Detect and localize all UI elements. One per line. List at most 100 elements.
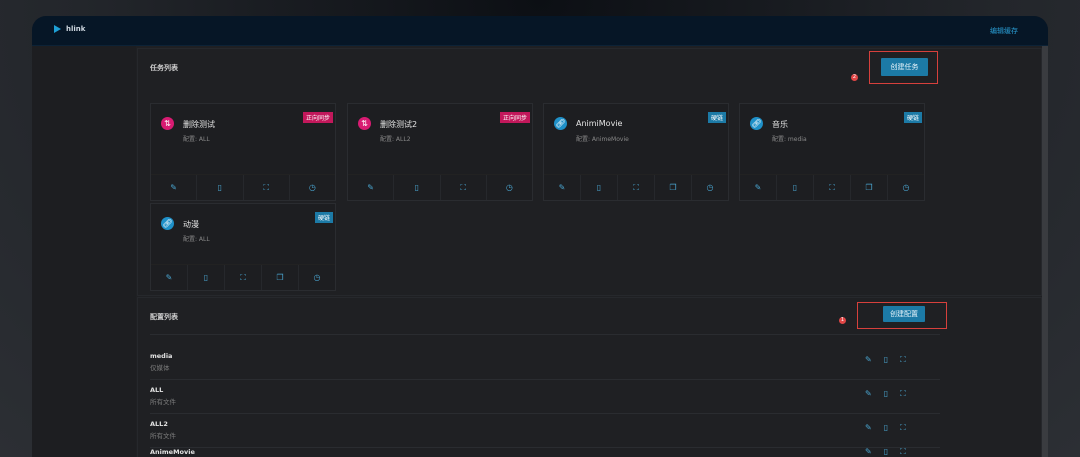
task-config: 配置: AnimeMovie <box>576 136 629 143</box>
task-name: 删除测试 <box>183 120 215 129</box>
task-type-tag: 正向同步 <box>499 112 530 123</box>
config-row: AnimeMovie ✎ ▯ ⛶ <box>150 448 940 457</box>
schedule-button[interactable]: ◷ <box>290 175 335 200</box>
expand-icon[interactable]: ⛶ <box>900 356 906 364</box>
logo[interactable]: hlink <box>54 25 85 33</box>
sync-icon: ⇅ <box>358 117 371 130</box>
create-task-button[interactable]: 创建任务 <box>881 58 928 76</box>
delete-icon: ▯ <box>792 183 798 192</box>
edit-icon[interactable]: ✎ <box>865 448 872 456</box>
expand-button[interactable]: ⛶ <box>618 175 655 200</box>
sync-icon: ⇅ <box>161 117 174 130</box>
config-name: AnimeMovie <box>150 448 195 456</box>
section-title: 任务列表 <box>150 64 178 72</box>
config-name: media <box>150 352 173 360</box>
delete-button[interactable]: ▯ <box>188 265 225 290</box>
clock-icon: ◷ <box>313 273 321 282</box>
copy-button[interactable]: ❐ <box>262 265 299 290</box>
delete-icon: ▯ <box>414 183 420 192</box>
expand-icon[interactable]: ⛶ <box>900 448 906 456</box>
delete-icon[interactable]: ▯ <box>884 390 888 398</box>
task-type-tag: 正向同步 <box>302 112 333 123</box>
task-name: 删除测试2 <box>380 120 418 129</box>
expand-button[interactable]: ⛶ <box>244 175 290 200</box>
task-card[interactable]: 🔗︎ 音乐 配置: media 硬链 ✎ ▯ ⛶ ❐ ◷ <box>739 103 925 201</box>
copy-icon: ❐ <box>865 183 873 192</box>
delete-icon[interactable]: ▯ <box>884 424 888 432</box>
schedule-button[interactable]: ◷ <box>692 175 728 200</box>
edit-icon[interactable]: ✎ <box>865 356 872 364</box>
task-type-tag: 硬链 <box>903 112 922 123</box>
expand-icon[interactable]: ⛶ <box>900 424 906 432</box>
task-card[interactable]: 🔗︎ 动漫 配置: ALL 硬链 ✎ ▯ ⛶ ❐ ◷ <box>150 203 336 291</box>
clock-icon: ◷ <box>505 183 513 192</box>
expand-icon: ⛶ <box>263 183 269 192</box>
edit-icon: ✎ <box>170 183 177 192</box>
card-actions: ✎ ▯ ⛶ ❐ ◷ <box>544 174 728 200</box>
expand-icon[interactable]: ⛶ <box>900 390 906 398</box>
expand-button[interactable]: ⛶ <box>814 175 851 200</box>
clock-icon: ◷ <box>902 183 910 192</box>
config-row: media 仅媒体 ✎ ▯ ⛶ <box>150 346 940 380</box>
edit-button[interactable]: ✎ <box>544 175 581 200</box>
edit-cache-link[interactable]: 编辑缓存 <box>990 26 1018 36</box>
expand-icon: ⛶ <box>240 273 246 282</box>
edit-icon: ✎ <box>558 183 566 192</box>
delete-button[interactable]: ▯ <box>394 175 441 200</box>
task-config: 配置: ALL <box>183 136 210 143</box>
card-actions: ✎ ▯ ⛶ ◷ <box>348 174 532 200</box>
edit-icon: ✎ <box>367 183 374 192</box>
app-name: hlink <box>66 25 86 33</box>
task-config: 配置: ALL2 <box>380 136 411 143</box>
delete-icon[interactable]: ▯ <box>884 448 888 456</box>
edit-button[interactable]: ✎ <box>151 175 198 200</box>
task-name: AnimiMovie <box>576 119 623 128</box>
edit-icon[interactable]: ✎ <box>865 424 872 432</box>
delete-icon: ▯ <box>596 183 602 192</box>
app-window: hlink 编辑缓存 任务列表 创建任务 2 ⇅ 删除测试 配置: ALL 正向… <box>32 16 1048 457</box>
copy-button[interactable]: ❐ <box>655 175 692 200</box>
sidebar <box>32 46 136 457</box>
create-config-button[interactable]: 创建配置 <box>883 306 925 322</box>
config-name: ALL2 <box>150 420 168 428</box>
clock-icon: ◷ <box>308 183 316 192</box>
task-section: 任务列表 创建任务 2 ⇅ 删除测试 配置: ALL 正向同步 ✎ ▯ ⛶ ◷ ⇅ 删… <box>137 48 1042 296</box>
delete-button[interactable]: ▯ <box>777 175 814 200</box>
scrollbar[interactable] <box>1042 46 1048 457</box>
task-type-tag: 硬链 <box>707 112 726 123</box>
task-type-tag: 硬链 <box>314 212 333 223</box>
schedule-button[interactable]: ◷ <box>487 175 532 200</box>
config-desc: 所有文件 <box>150 398 176 406</box>
expand-button[interactable]: ⛶ <box>441 175 487 200</box>
expand-icon: ⛶ <box>829 183 835 192</box>
delete-icon[interactable]: ▯ <box>884 356 888 364</box>
schedule-button[interactable]: ◷ <box>888 175 924 200</box>
link-icon: 🔗︎ <box>161 217 174 230</box>
expand-icon: ⛶ <box>460 183 466 192</box>
edit-icon: ✎ <box>165 273 173 282</box>
task-card[interactable]: ⇅ 删除测试2 配置: ALL2 正向同步 ✎ ▯ ⛶ ◷ <box>347 103 533 201</box>
schedule-button[interactable]: ◷ <box>299 265 335 290</box>
delete-button[interactable]: ▯ <box>581 175 618 200</box>
config-row: ALL 所有文件 ✎ ▯ ⛶ <box>150 380 940 414</box>
task-card[interactable]: ⇅ 删除测试 配置: ALL 正向同步 ✎ ▯ ⛶ ◷ <box>150 103 336 201</box>
edit-icon[interactable]: ✎ <box>865 390 872 398</box>
task-card[interactable]: 🔗︎ AnimiMovie 配置: AnimeMovie 硬链 ✎ ▯ ⛶ ❐ ◷ <box>543 103 729 201</box>
edit-button[interactable]: ✎ <box>151 265 188 290</box>
edit-button[interactable]: ✎ <box>740 175 777 200</box>
expand-button[interactable]: ⛶ <box>225 265 262 290</box>
section-title: 配置列表 <box>150 313 178 321</box>
step-badge: 2 <box>851 74 858 81</box>
task-name: 音乐 <box>772 120 788 129</box>
edit-button[interactable]: ✎ <box>348 175 395 200</box>
link-icon: 🔗︎ <box>750 117 763 130</box>
clock-icon: ◷ <box>706 183 714 192</box>
copy-button[interactable]: ❐ <box>851 175 888 200</box>
task-config: 配置: ALL <box>183 236 210 243</box>
task-config: 配置: media <box>772 136 807 143</box>
delete-button[interactable]: ▯ <box>197 175 244 200</box>
delete-icon: ▯ <box>203 273 209 282</box>
play-icon <box>54 25 61 33</box>
link-icon: 🔗︎ <box>554 117 567 130</box>
card-actions: ✎ ▯ ⛶ ❐ ◷ <box>151 264 335 290</box>
